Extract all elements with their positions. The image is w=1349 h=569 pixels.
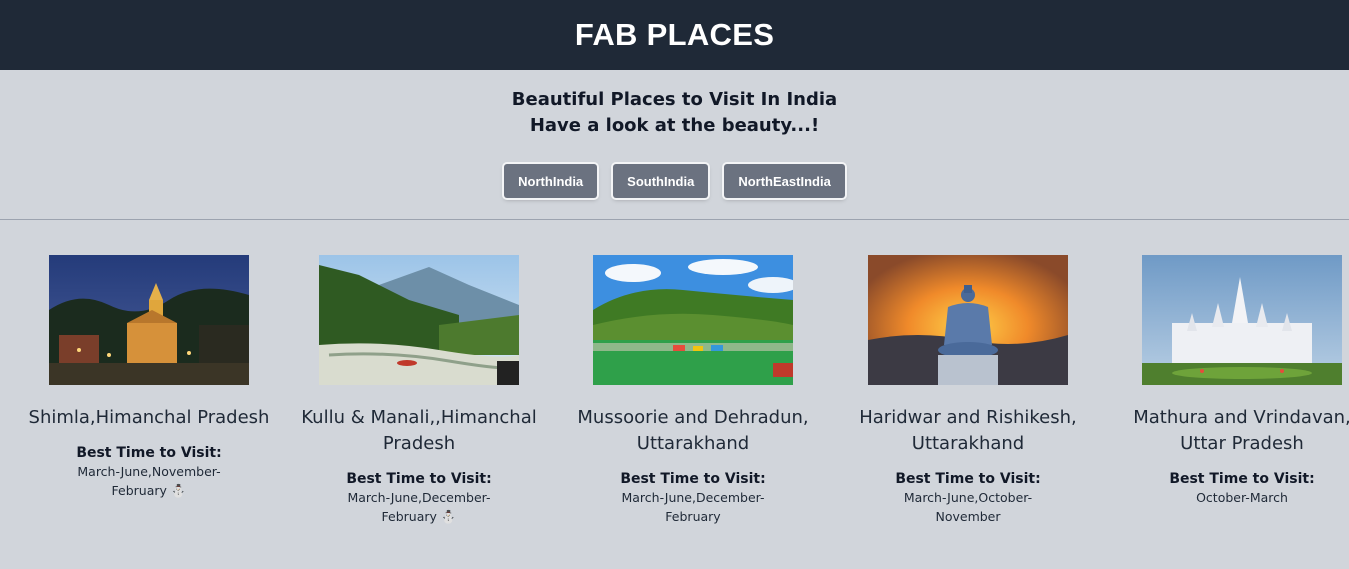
section-divider <box>0 219 1349 220</box>
northeast-india-button[interactable]: NorthEastIndia <box>724 164 845 198</box>
site-title: FAB PLACES <box>574 17 775 52</box>
place-card-mussoorie: Mussoorie and Dehradun, Uttarakhand Best… <box>563 255 823 526</box>
mussoorie-lake-image <box>593 255 793 385</box>
best-time-months: March-June,December-February <box>621 490 765 524</box>
mathura-temple-image <box>1142 255 1342 385</box>
place-card-mathura: Mathura and Vrindavan, Uttar Pradesh Bes… <box>1112 255 1349 507</box>
place-name: Mathura and Vrindavan, Uttar Pradesh <box>1133 407 1349 454</box>
best-time-label: Best Time to Visit: <box>346 471 492 487</box>
place-name: Mussoorie and Dehradun, Uttarakhand <box>577 407 809 454</box>
app-header: FAB PLACES <box>0 0 1349 70</box>
shimla-church-image <box>49 255 249 385</box>
best-time-months: March-June,October-November <box>903 490 1033 524</box>
intro-section: Beautiful Places to Visit In India Have … <box>0 70 1349 198</box>
place-name: Haridwar and Rishikesh, Uttarakhand <box>859 407 1077 454</box>
place-card-shimla: Shimla,Himanchal Pradesh Best Time to Vi… <box>19 255 279 500</box>
intro-subheading: Have a look at the beauty...! <box>529 115 820 136</box>
best-time-label: Best Time to Visit: <box>895 471 1041 487</box>
south-india-button[interactable]: SouthIndia <box>613 164 709 198</box>
best-time-months: March-June,November-February ⛄ <box>77 464 221 498</box>
best-time-label: Best Time to Visit: <box>1169 471 1315 487</box>
best-time-label: Best Time to Visit: <box>620 471 766 487</box>
best-time-months: March-June,December-February ⛄ <box>347 490 491 524</box>
best-time-months: October-March <box>1196 490 1288 505</box>
haridwar-shiva-image <box>868 255 1068 385</box>
north-india-button[interactable]: NorthIndia <box>504 164 598 198</box>
best-time-label: Best Time to Visit: <box>76 445 222 461</box>
place-card-kullu-manali: Kullu & Manali,,Himanchal Pradesh Best T… <box>289 255 549 526</box>
kullu-river-image <box>319 255 519 385</box>
place-card-haridwar: Haridwar and Rishikesh, Uttarakhand Best… <box>838 255 1098 526</box>
place-name: Shimla,Himanchal Pradesh <box>28 407 270 428</box>
place-name: Kullu & Manali,,Himanchal Pradesh <box>301 407 537 454</box>
intro-heading: Beautiful Places to Visit In India <box>511 89 838 110</box>
region-filter: NorthIndia SouthIndia NorthEastIndia <box>0 164 1349 198</box>
